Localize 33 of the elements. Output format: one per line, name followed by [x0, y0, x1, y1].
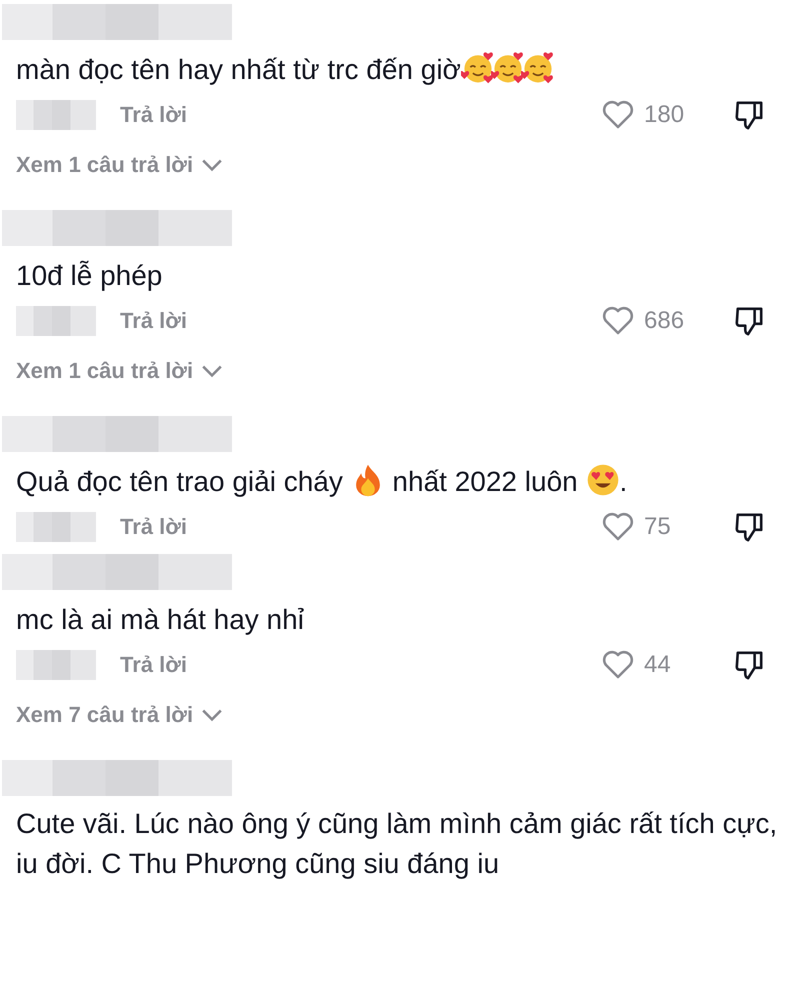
comment-text: 10đ lễ phép [16, 260, 162, 291]
chevron-down-icon [201, 364, 224, 378]
reply-button[interactable]: Trả lời [120, 652, 187, 678]
chevron-down-icon [201, 158, 224, 172]
view-replies-button[interactable]: Xem 1 câu trả lời [16, 150, 224, 180]
smiling-face-hearts-icon [490, 51, 525, 85]
reply-button[interactable]: Trả lời [120, 102, 187, 128]
reply-button[interactable]: Trả lời [120, 514, 187, 540]
comment-text: mc là ai mà hát hay nhỉ [16, 604, 304, 635]
thumbs-down-icon[interactable] [734, 649, 764, 681]
comment-text: nhất 2022 luôn [391, 466, 579, 497]
chevron-down-icon [201, 708, 224, 722]
heart-icon[interactable] [602, 512, 634, 542]
smiling-face-hearts-icon [460, 51, 495, 85]
view-replies-button[interactable]: Xem 7 câu trả lời [16, 700, 224, 730]
reply-button[interactable]: Trả lời [120, 308, 187, 334]
view-replies-button[interactable]: Xem 1 câu trả lời [16, 356, 224, 386]
like-count: 180 [644, 101, 686, 129]
like-count: 686 [644, 307, 686, 335]
heart-icon[interactable] [602, 306, 634, 336]
like-count: 75 [644, 513, 672, 541]
heart-eyes-face-icon [586, 463, 620, 497]
heart-icon[interactable] [602, 650, 634, 680]
thumbs-down-icon[interactable] [734, 511, 764, 543]
thumbs-down-icon[interactable] [734, 99, 764, 131]
heart-icon[interactable] [602, 100, 634, 130]
comment-text: Cute vãi. Lúc nào ông ý cũng làm mình cảm giác rất tích cực, iu đời. C Thu Phương cũng siu đáng iu [16, 808, 778, 879]
comment-text: màn đọc tên hay nhất từ trc đến giờ [16, 54, 461, 85]
smiling-face-hearts-icon [520, 51, 555, 85]
comment-text: . [620, 466, 628, 497]
comment-text: Quả đọc tên trao giải cháy [16, 466, 344, 497]
like-count: 44 [644, 651, 672, 679]
thumbs-down-icon[interactable] [734, 305, 764, 337]
